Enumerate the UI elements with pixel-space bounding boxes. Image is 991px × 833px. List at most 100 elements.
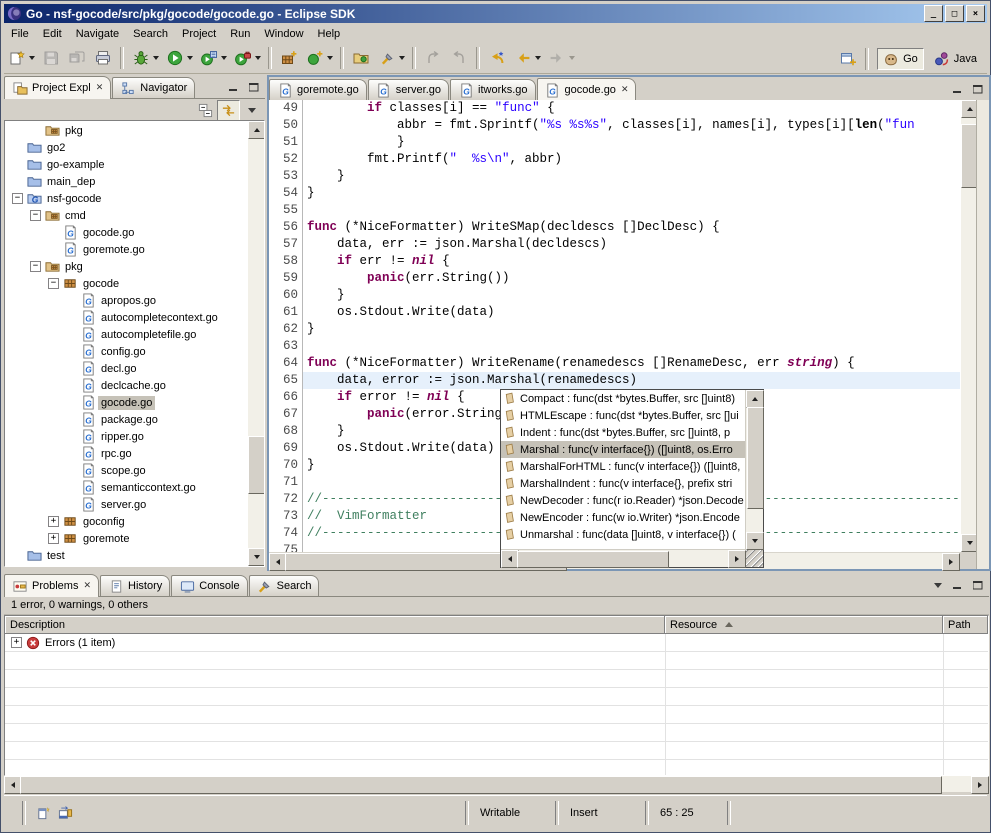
menu-file[interactable]: File bbox=[4, 26, 36, 42]
problems-tab-search[interactable]: Search bbox=[249, 575, 320, 596]
minimize-button[interactable] bbox=[949, 82, 967, 97]
problems-table[interactable]: DescriptionResourcePath +Errors (1 item) bbox=[4, 615, 989, 776]
problems-tab-problems[interactable]: Problems✕ bbox=[4, 574, 99, 597]
dropdown-arrow-icon[interactable] bbox=[187, 56, 193, 60]
scroll-down-button[interactable] bbox=[248, 548, 265, 566]
scrollbar-thumb[interactable] bbox=[20, 776, 942, 794]
expand-box[interactable]: + bbox=[48, 533, 59, 544]
prev-annotation-button[interactable] bbox=[446, 45, 472, 71]
editor-tab-goremote-go[interactable]: Ggoremote.go bbox=[269, 79, 367, 100]
completion-item-marshalindent[interactable]: MarshalIndent : func(v interface{}, pref… bbox=[501, 475, 746, 492]
editor-tab-itworks-go[interactable]: Gitworks.go bbox=[450, 79, 536, 100]
run-button[interactable] bbox=[162, 45, 188, 71]
new-wizard-button[interactable] bbox=[4, 45, 30, 71]
tree-item-cmd[interactable]: −cmd bbox=[6, 207, 247, 224]
debug-button[interactable] bbox=[128, 45, 154, 71]
explorer-tab-project-expl[interactable]: Project Expl✕ bbox=[4, 76, 111, 99]
tree-item-package-go[interactable]: Gpackage.go bbox=[6, 411, 247, 428]
collapse-box[interactable]: − bbox=[30, 261, 41, 272]
tree-item-decl-go[interactable]: Gdecl.go bbox=[6, 360, 247, 377]
tree-item-server-go[interactable]: Gserver.go bbox=[6, 496, 247, 513]
scrollbar-thumb[interactable] bbox=[747, 407, 764, 509]
run-history-button[interactable] bbox=[196, 45, 222, 71]
expand-box[interactable]: + bbox=[48, 516, 59, 527]
back-button[interactable] bbox=[510, 45, 536, 71]
tree-item-gocode-go[interactable]: Ggocode.go bbox=[6, 224, 247, 241]
tree-scrollbar[interactable] bbox=[248, 121, 264, 566]
next-annotation-button[interactable] bbox=[420, 45, 446, 71]
scrollbar-thumb[interactable] bbox=[517, 551, 669, 568]
explorer-tab-navigator[interactable]: Navigator bbox=[112, 77, 195, 98]
tree-item-go2[interactable]: go2 bbox=[6, 139, 247, 156]
close-icon[interactable]: ✕ bbox=[621, 85, 629, 95]
close-icon[interactable]: ✕ bbox=[83, 581, 91, 591]
dropdown-arrow-icon[interactable] bbox=[29, 56, 35, 60]
popup-vertical-scrollbar[interactable] bbox=[745, 390, 763, 550]
collapse-box[interactable]: − bbox=[48, 278, 59, 289]
dropdown-arrow-icon[interactable] bbox=[399, 56, 405, 60]
save-all-button[interactable] bbox=[64, 45, 90, 71]
open-perspective-button[interactable] bbox=[835, 46, 861, 72]
collapse-box[interactable]: − bbox=[30, 210, 41, 221]
maximize-button[interactable] bbox=[245, 80, 263, 95]
tree-item-nsf-gocode[interactable]: −Gnsf-gocode bbox=[6, 190, 247, 207]
new-package-button[interactable] bbox=[276, 45, 302, 71]
tree-item-goremote-go[interactable]: Ggoremote.go bbox=[6, 241, 247, 258]
close-icon[interactable]: ✕ bbox=[96, 83, 104, 93]
menu-edit[interactable]: Edit bbox=[36, 26, 69, 42]
column-header-path[interactable]: Path bbox=[943, 616, 988, 634]
menu-help[interactable]: Help bbox=[311, 26, 348, 42]
editor-tab-gocode-go[interactable]: Ggocode.go✕ bbox=[537, 78, 637, 101]
collapse-all-button[interactable] bbox=[194, 100, 217, 121]
dropdown-arrow-icon[interactable] bbox=[535, 56, 541, 60]
tree-item-pkg[interactable]: −pkg bbox=[6, 258, 247, 275]
popup-resize-grip[interactable] bbox=[746, 550, 763, 567]
minimize-button[interactable] bbox=[949, 578, 967, 593]
maximize-button[interactable] bbox=[969, 578, 987, 593]
completion-item-compact[interactable]: Compact : func(dst *bytes.Buffer, src []… bbox=[501, 390, 746, 407]
scroll-right-button[interactable] bbox=[942, 553, 960, 571]
minimize-button[interactable] bbox=[225, 80, 243, 95]
menu-navigate[interactable]: Navigate bbox=[69, 26, 126, 42]
overview-ruler[interactable] bbox=[976, 100, 989, 569]
tree-item-main-dep[interactable]: main_dep bbox=[6, 173, 247, 190]
window-minimize-button[interactable]: _ bbox=[924, 5, 943, 22]
tree-item-rpc-go[interactable]: Grpc.go bbox=[6, 445, 247, 462]
scroll-right-button[interactable] bbox=[728, 550, 746, 568]
search-button[interactable] bbox=[374, 45, 400, 71]
maximize-button[interactable] bbox=[969, 82, 987, 97]
scroll-up-button[interactable] bbox=[248, 121, 265, 139]
print-button[interactable] bbox=[90, 45, 116, 71]
completion-item-indent[interactable]: Indent : func(dst *bytes.Buffer, src []u… bbox=[501, 424, 746, 441]
open-type-button[interactable] bbox=[348, 45, 374, 71]
completion-item-htmlescape[interactable]: HTMLEscape : func(dst *bytes.Buffer, src… bbox=[501, 407, 746, 424]
tree-item-apropos-go[interactable]: Gapropos.go bbox=[6, 292, 247, 309]
menu-search[interactable]: Search bbox=[126, 26, 175, 42]
completion-item-marshalforhtml[interactable]: MarshalForHTML : func(v interface{}) ([]… bbox=[501, 458, 746, 475]
tree-item-semanticcontext-go[interactable]: Gsemanticcontext.go bbox=[6, 479, 247, 496]
scroll-down-button[interactable] bbox=[746, 532, 764, 550]
link-editor-button[interactable] bbox=[217, 100, 240, 121]
perspective-java[interactable]: Java bbox=[928, 48, 983, 70]
window-close-button[interactable]: × bbox=[966, 5, 985, 22]
tree-item-goconfig[interactable]: +goconfig bbox=[6, 513, 247, 530]
window-maximize-button[interactable]: □ bbox=[945, 5, 964, 22]
editor-vertical-scrollbar[interactable] bbox=[961, 100, 977, 552]
problems-tab-console[interactable]: Console bbox=[171, 575, 247, 596]
completion-item-unmarshal[interactable]: Unmarshal : func(data []uint8, v interfa… bbox=[501, 526, 746, 543]
menu-run[interactable]: Run bbox=[223, 26, 257, 42]
tree-item-pkg[interactable]: pkg bbox=[6, 122, 247, 139]
dropdown-arrow-icon[interactable] bbox=[255, 56, 261, 60]
tree-item-ripper-go[interactable]: Gripper.go bbox=[6, 428, 247, 445]
editor-tab-server-go[interactable]: Gserver.go bbox=[368, 79, 449, 100]
last-edit-location-button[interactable] bbox=[484, 45, 510, 71]
problems-row-errors[interactable]: +Errors (1 item) bbox=[5, 634, 988, 652]
completion-item-newdecoder[interactable]: NewDecoder : func(r io.Reader) *json.Dec… bbox=[501, 492, 746, 509]
dropdown-arrow-icon[interactable] bbox=[327, 56, 333, 60]
tree-item-goremote[interactable]: +goremote bbox=[6, 530, 247, 547]
column-header-resource[interactable]: Resource bbox=[665, 616, 943, 634]
tree-item-go-example[interactable]: go-example bbox=[6, 156, 247, 173]
scrollbar-thumb[interactable] bbox=[248, 436, 265, 494]
dropdown-arrow-icon[interactable] bbox=[153, 56, 159, 60]
tree-item-scope-go[interactable]: Gscope.go bbox=[6, 462, 247, 479]
